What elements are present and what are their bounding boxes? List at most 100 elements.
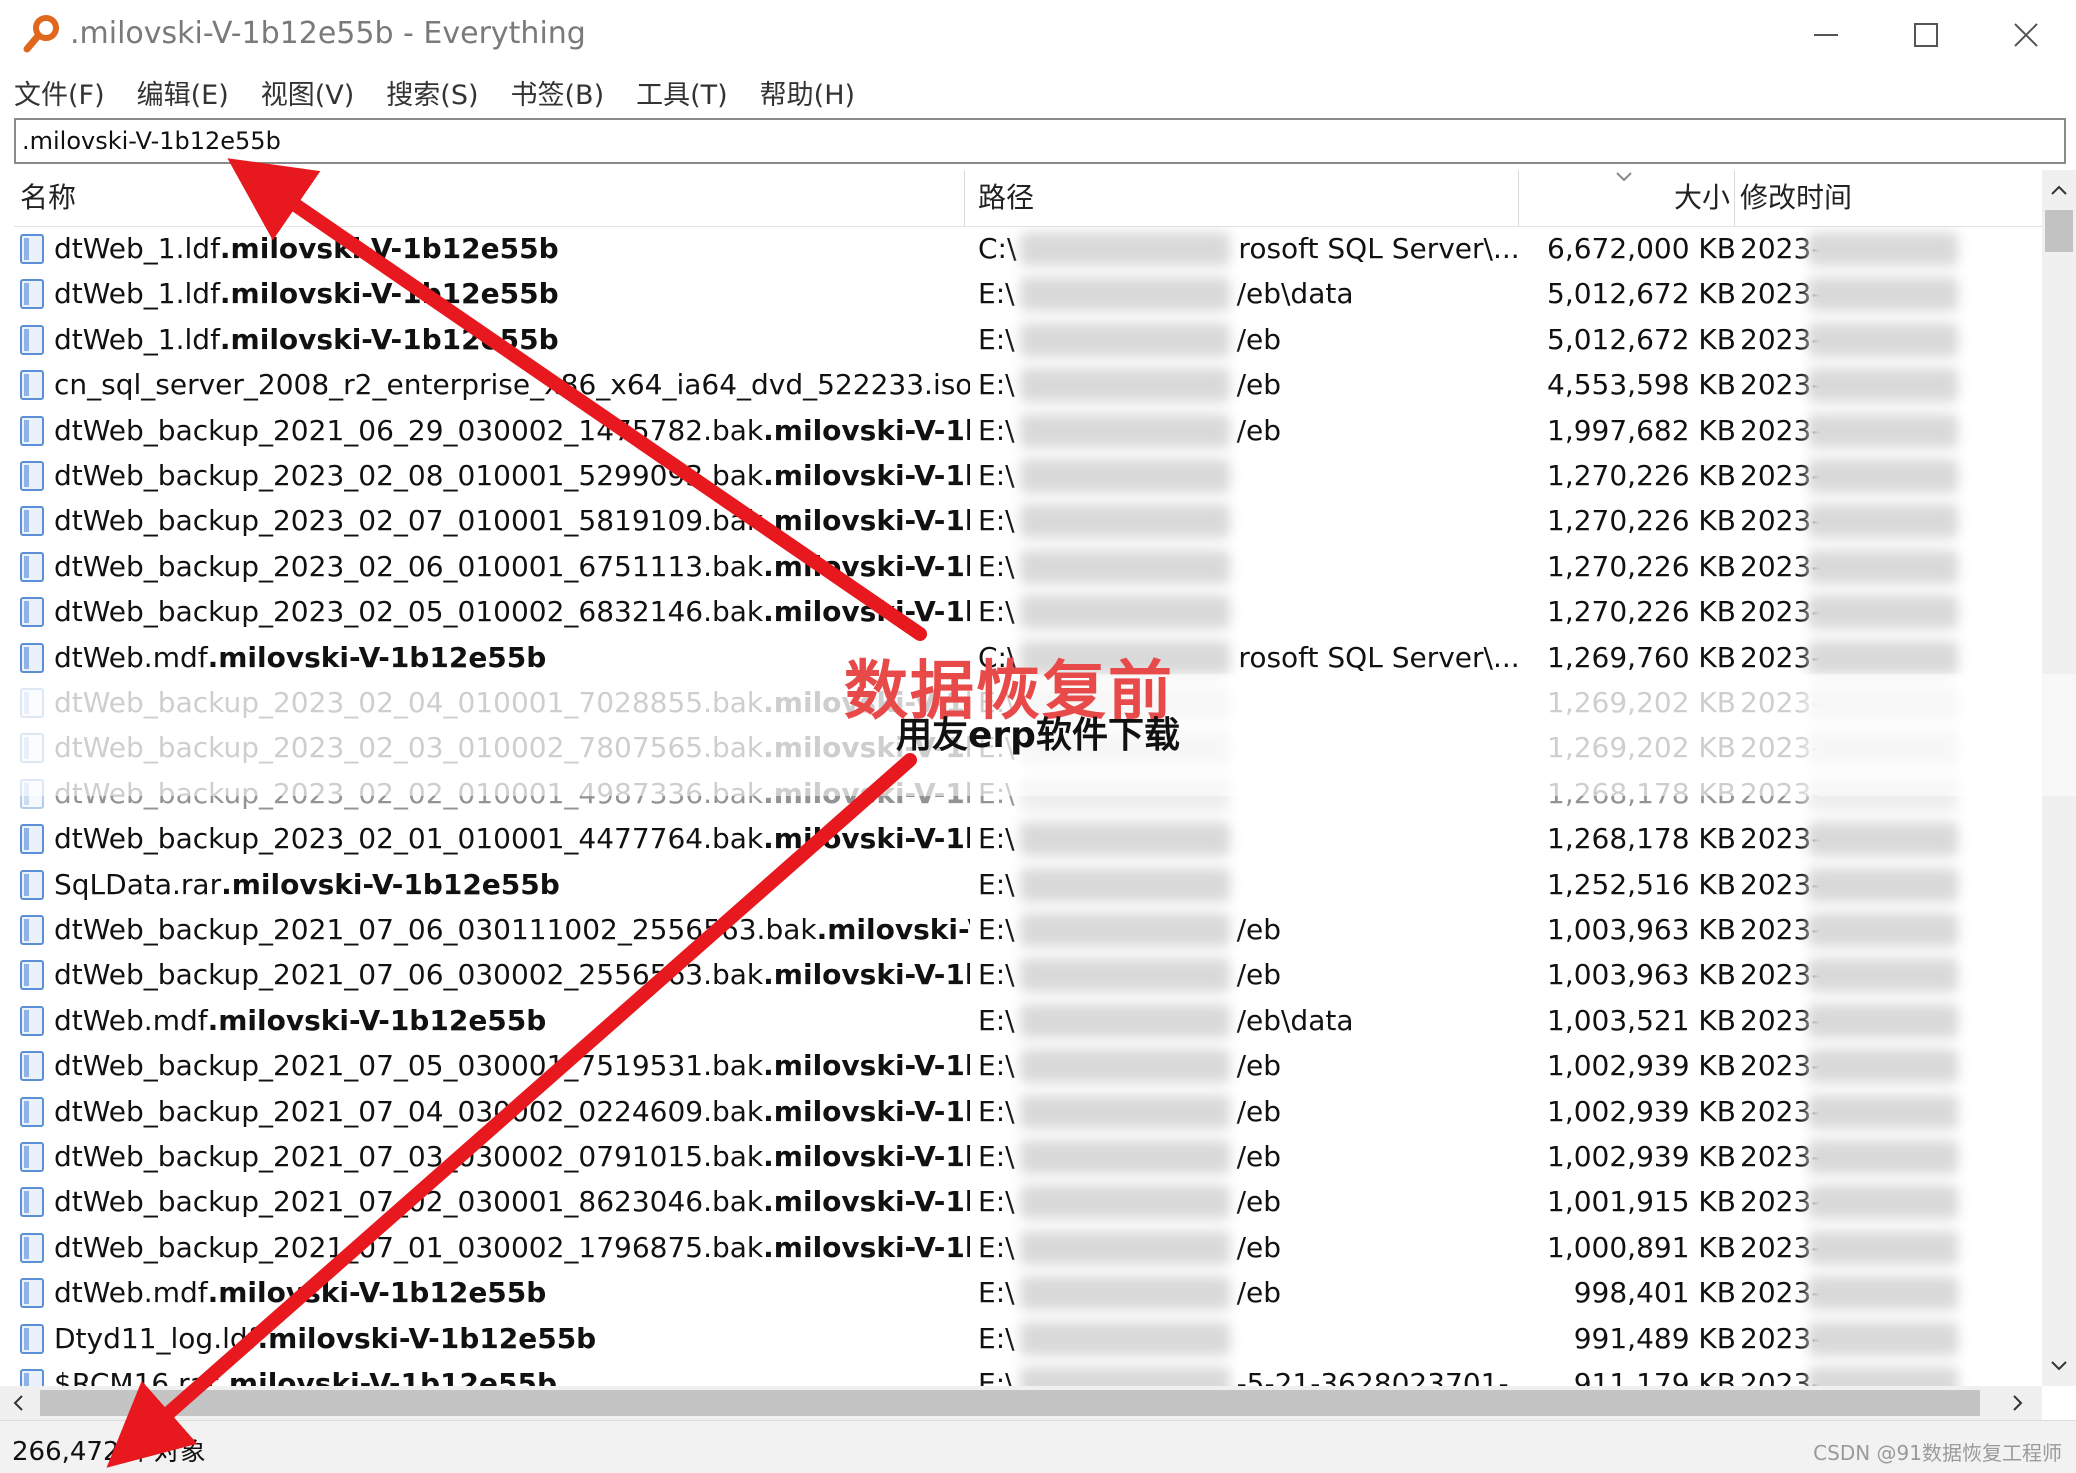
table-row[interactable]: dtWeb_backup_2023_02_07_010001_5819109.b… — [14, 498, 2042, 543]
table-row[interactable]: dtWeb_backup_2023_02_08_010001_5299093.b… — [14, 453, 2042, 498]
file-name: dtWeb_backup_2021_07_06_030111002_255656… — [54, 907, 970, 952]
file-name-suffix: .milovski-V-1b12e55b — [763, 1140, 970, 1173]
table-row[interactable]: dtWeb_backup_2023_02_05_010002_6832146.b… — [14, 589, 2042, 634]
path-end: /eb — [1236, 1094, 1281, 1128]
redacted-path — [1020, 277, 1230, 312]
file-name-suffix: .milovski-V-1b12e55b — [763, 413, 970, 447]
menu-bar: 文件(F) 编辑(E) 视图(V) 搜索(S) 书签(B) 工具(T) 帮助(H… — [0, 70, 2076, 114]
redacted-date — [1808, 1185, 1958, 1220]
table-row[interactable]: $RCM16.rar.milovski-V-1b12e55b E:\ -5-21-3… — [14, 1361, 2042, 1386]
file-name-prefix: dtWeb_1.ldf — [54, 232, 220, 265]
close-button[interactable] — [1976, 0, 2076, 70]
redacted-date — [1808, 368, 1958, 403]
menu-file[interactable]: 文件(F) — [14, 73, 105, 112]
table-row[interactable]: dtWeb_backup_2021_07_04_030002_0224609.b… — [14, 1089, 2042, 1134]
redacted-date — [1808, 1003, 1958, 1038]
table-row[interactable]: dtWeb_backup_2023_02_01_010001_4477764.b… — [14, 816, 2042, 861]
redacted-date — [1808, 1321, 1958, 1356]
file-size: 1,002,939 KB — [1547, 1140, 1736, 1173]
column-header-modified[interactable]: 修改时间 — [1740, 170, 2040, 226]
search-box — [14, 118, 2066, 164]
column-divider[interactable] — [1518, 170, 1519, 226]
table-row[interactable]: dtWeb_1.ldf.milovski-V-1b12e55b E:\/eb 5,0… — [14, 317, 2042, 362]
table-row[interactable]: dtWeb_backup_2021_07_01_030002_1796875.b… — [14, 1225, 2042, 1270]
table-row[interactable]: dtWeb.mdf.milovski-V-1b12e55b E:\/eb\data… — [14, 998, 2042, 1043]
redacted-date — [1808, 1230, 1958, 1265]
table-row[interactable]: dtWeb_backup_2021_06_29_030002_1475782.b… — [14, 408, 2042, 453]
path-start: E:\ — [978, 1140, 1015, 1173]
table-row[interactable]: dtWeb_backup_2021_07_06_030111002_255656… — [14, 907, 2042, 952]
file-size: 1,268,178 KB — [1547, 822, 1736, 856]
table-row[interactable]: SqLData.rar.milovski-V-1b12e55b E:\ 1,252,… — [14, 862, 2042, 907]
file-name-suffix: .milovski-V-1b12e55b — [763, 1230, 970, 1264]
file-size: 1,270,226 KB — [1547, 459, 1736, 492]
menu-bookmarks[interactable]: 书签(B) — [511, 73, 605, 112]
file-icon — [20, 642, 44, 673]
file-name-prefix: SqLData.rar — [54, 867, 222, 901]
path-end: /eb — [1236, 1140, 1281, 1173]
path-end: rosoft SQL Server\... — [1238, 640, 1518, 674]
path-start: E:\ — [978, 322, 1015, 356]
horizontal-scrollbar[interactable] — [0, 1386, 2042, 1420]
file-name-prefix: dtWeb_backup_2023_02_05_010002_6832146.b… — [54, 595, 764, 629]
file-size: 1,001,915 KB — [1547, 1185, 1736, 1219]
redacted-date — [1808, 640, 1958, 675]
redacted-path — [1020, 913, 1230, 947]
redacted-date — [1808, 822, 1958, 857]
scroll-up-icon[interactable] — [2050, 184, 2068, 196]
column-divider[interactable] — [1734, 170, 1735, 226]
file-size: 1,002,939 KB — [1547, 1049, 1736, 1083]
file-name: dtWeb_backup_2023_02_05_010002_6832146.b… — [54, 589, 970, 634]
file-icon — [20, 960, 44, 991]
table-row[interactable]: dtWeb_backup_2021_07_05_030001_7519531.b… — [14, 1043, 2042, 1088]
redacted-path — [1020, 1094, 1230, 1129]
horizontal-scroll-thumb[interactable] — [40, 1390, 1980, 1416]
table-row[interactable]: dtWeb_1.ldf.milovski-V-1b12e55b E:\/eb\da… — [14, 271, 2042, 316]
file-size: 1,269,760 KB — [1547, 640, 1736, 674]
scroll-right-icon[interactable] — [2012, 1394, 2024, 1412]
table-row[interactable]: dtWeb.mdf.milovski-V-1b12e55b E:\/eb 998,4… — [14, 1270, 2042, 1315]
menu-help[interactable]: 帮助(H) — [760, 73, 855, 112]
table-row[interactable]: dtWeb_backup_2021_07_06_030002_2556563.b… — [14, 952, 2042, 997]
table-row[interactable]: dtWeb_backup_2021_07_02_030001_8623046.b… — [14, 1179, 2042, 1224]
redacted-path — [1020, 1185, 1230, 1220]
path-end: /eb — [1236, 913, 1281, 946]
minimize-button[interactable] — [1776, 0, 1876, 70]
file-icon — [20, 1232, 44, 1263]
path-start: E:\ — [978, 1185, 1015, 1219]
table-row[interactable]: cn_sql_server_2008_r2_enterprise_x86_x64… — [14, 362, 2042, 407]
path-start: C:\ — [978, 232, 1017, 265]
table-row[interactable]: dtWeb_backup_2021_07_03_030002_0791015.b… — [14, 1134, 2042, 1179]
file-name-prefix: dtWeb_backup_2021_07_05_030001_7519531.b… — [54, 1049, 764, 1083]
file-size: 5,012,672 KB — [1547, 322, 1736, 356]
search-input[interactable] — [22, 124, 2052, 158]
menu-view[interactable]: 视图(V) — [261, 73, 355, 112]
menu-tools[interactable]: 工具(T) — [636, 73, 728, 112]
file-name-suffix: .milovski-V-1b12e55b — [763, 595, 970, 629]
file-name-suffix: .milovski-V-1b12e55b — [763, 1185, 970, 1219]
file-size: 1,003,963 KB — [1547, 958, 1736, 992]
menu-search[interactable]: 搜索(S) — [386, 73, 478, 112]
column-header-name[interactable]: 名称 — [20, 170, 970, 226]
file-name-prefix: dtWeb_backup_2021_07_04_030002_0224609.b… — [54, 1094, 764, 1128]
scroll-down-icon[interactable] — [2050, 1360, 2068, 1372]
menu-edit[interactable]: 编辑(E) — [137, 73, 229, 112]
column-divider[interactable] — [964, 170, 965, 226]
file-name-suffix: .milovski-V-1b12... — [816, 913, 970, 946]
maximize-button[interactable] — [1876, 0, 1976, 70]
scroll-left-icon[interactable] — [12, 1394, 24, 1412]
redacted-path — [1020, 504, 1230, 539]
file-name-suffix: .milovski-V-1b12e55b — [763, 822, 970, 856]
column-header-size[interactable]: 大小 — [1522, 170, 1730, 226]
table-row[interactable]: dtWeb_backup_2023_02_06_010001_6751113.b… — [14, 544, 2042, 589]
file-name: $RCM16.rar.milovski-V-1b12e55b — [54, 1361, 970, 1386]
file-name-prefix: dtWeb_backup_2023_02_08_010001_5299093.b… — [54, 459, 764, 492]
file-name-suffix: .milovski-V-1b12e55b — [763, 1049, 970, 1083]
file-icon — [20, 506, 44, 537]
vertical-scroll-thumb[interactable] — [2045, 210, 2073, 252]
column-header-path[interactable]: 路径 — [978, 170, 1518, 226]
table-row[interactable]: Dtyd11_log.ldf.milovski-V-1b12e55b E:\ 991… — [14, 1316, 2042, 1361]
title-bar[interactable]: .milovski-V-1b12e55b - Everything — [0, 0, 2076, 70]
file-name: dtWeb_backup_2021_07_04_030002_0224609.b… — [54, 1089, 970, 1134]
table-row[interactable]: dtWeb_1.ldf.milovski-V-1b12e55b C:\ rosoft… — [14, 226, 2042, 271]
